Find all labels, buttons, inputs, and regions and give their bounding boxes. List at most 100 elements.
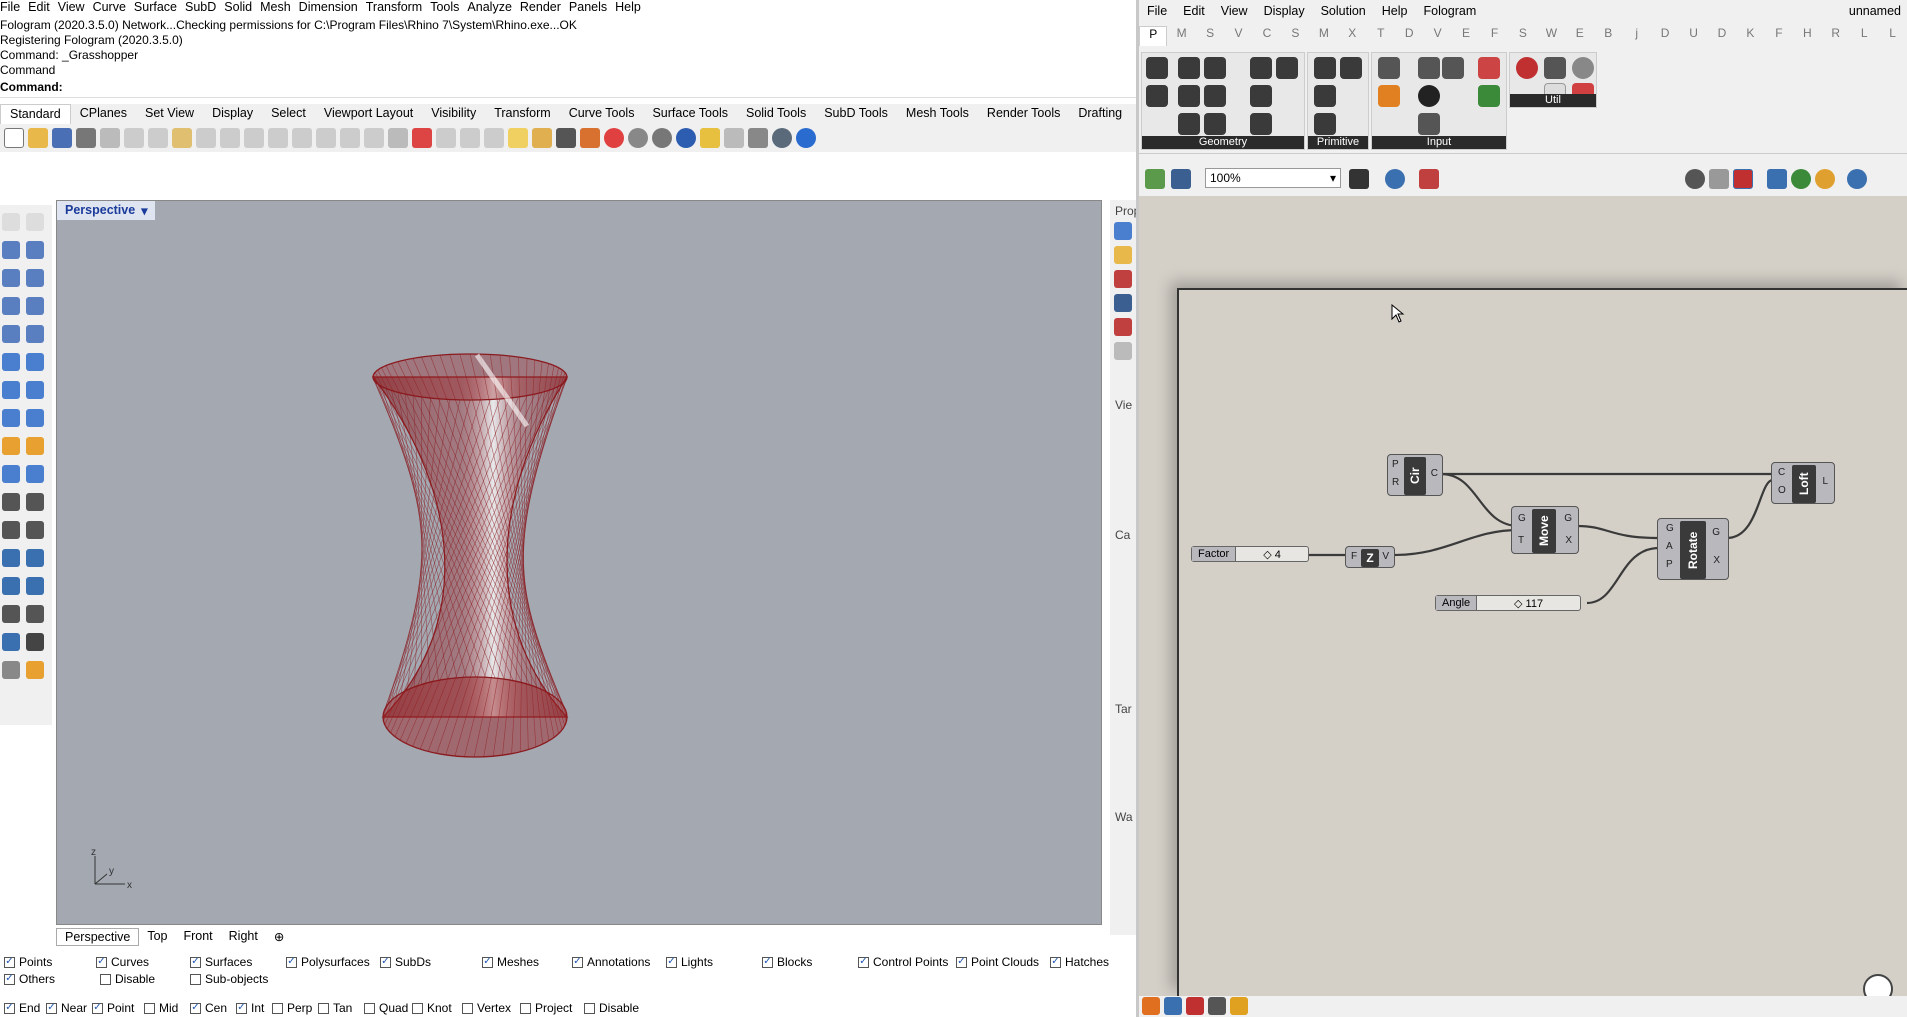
grid-icon[interactable] — [388, 128, 408, 148]
checkbox[interactable]: ✓ — [190, 956, 201, 968]
extrude-icon[interactable] — [26, 353, 44, 371]
menu-subd[interactable]: SubD — [185, 0, 224, 16]
fillet-curve-icon[interactable] — [26, 325, 44, 343]
checkbox[interactable]: ✓ — [190, 1002, 201, 1014]
save-icon[interactable] — [52, 128, 72, 148]
select-arrow-icon[interactable] — [2, 213, 20, 231]
box-icon[interactable] — [2, 381, 20, 399]
sketch-icon[interactable] — [1419, 169, 1439, 189]
osnap-end[interactable]: ✓ End — [4, 1001, 40, 1015]
osnap-int[interactable]: ✓ Int — [236, 1001, 264, 1015]
help-icon[interactable] — [796, 128, 816, 148]
output-G[interactable]: G — [1564, 513, 1572, 524]
shaded-icon[interactable] — [628, 128, 648, 148]
preview-off-icon[interactable] — [1685, 169, 1705, 189]
gh-slider-icon[interactable] — [1418, 113, 1440, 135]
gh-status-icon[interactable] — [1230, 997, 1248, 1015]
tab-render-tools[interactable]: Render Tools — [978, 104, 1069, 124]
filter-subds[interactable]: ✓ SubDs — [380, 955, 431, 969]
osnap-tan[interactable]: Tan — [318, 1001, 352, 1015]
checkbox[interactable]: ✓ — [666, 956, 677, 968]
menu-view[interactable]: View — [58, 0, 93, 16]
gh-menu-fologram[interactable]: Fologram — [1423, 4, 1492, 20]
gh-group-param-icon[interactable] — [1250, 113, 1272, 135]
zoom-icon[interactable] — [268, 128, 288, 148]
gh-tab-24[interactable]: R — [1822, 26, 1850, 46]
analyze-icon[interactable] — [2, 633, 20, 651]
ribbon-label-util[interactable]: Util — [1510, 94, 1596, 107]
check-icon[interactable] — [26, 633, 44, 651]
menu-dimension[interactable]: Dimension — [299, 0, 366, 16]
gh-tab-9[interactable]: D — [1395, 26, 1423, 46]
menu-edit[interactable]: Edit — [28, 0, 58, 16]
osnap-cen[interactable]: ✓ Cen — [190, 1001, 227, 1015]
input-O[interactable]: O — [1778, 485, 1786, 496]
group-icon[interactable] — [2, 493, 20, 511]
tab-drafting[interactable]: Drafting — [1069, 104, 1131, 124]
slider-value[interactable]: ◇ 4 — [1236, 548, 1308, 561]
gh-surface-param-icon[interactable] — [1250, 85, 1272, 107]
osnap-disable[interactable]: Disable — [584, 1001, 639, 1015]
osnap-knot[interactable]: Knot — [412, 1001, 452, 1015]
gh-circle-param-icon[interactable] — [1178, 57, 1200, 79]
filter-points[interactable]: ✓ Points — [4, 955, 52, 969]
menu-tools[interactable]: Tools — [430, 0, 467, 16]
gh-save-icon[interactable] — [1171, 169, 1191, 189]
checkbox[interactable]: ✓ — [858, 956, 869, 968]
light-icon[interactable] — [532, 128, 552, 148]
checkbox[interactable] — [144, 1002, 155, 1014]
pan-icon[interactable] — [220, 128, 240, 148]
color-icon[interactable] — [604, 128, 624, 148]
tab-solid-tools[interactable]: Solid Tools — [737, 104, 815, 124]
circle-icon[interactable] — [2, 269, 20, 287]
gh-tab-12[interactable]: F — [1480, 26, 1508, 46]
gh-rotate-component[interactable]: G A P Rotate G X — [1657, 518, 1729, 580]
gh-tab-15[interactable]: E — [1566, 26, 1594, 46]
lock-icon[interactable] — [556, 128, 576, 148]
gh-integer-param-icon[interactable] — [1314, 85, 1336, 107]
rectangle-icon[interactable] — [26, 297, 44, 315]
gh-canvas[interactable]: P R Cir C G T Move G X F Z V G A P Rotat… — [1139, 196, 1907, 1004]
menu-surface[interactable]: Surface — [134, 0, 185, 16]
filter-lights[interactable]: ✓ Lights — [666, 955, 713, 969]
point-icon[interactable] — [26, 213, 44, 231]
checkbox[interactable]: ✓ — [236, 1002, 247, 1014]
gh-circle-component[interactable]: P R Cir C — [1387, 454, 1443, 496]
gh-vector-param-icon[interactable] — [1178, 113, 1200, 135]
zoom-dropdown[interactable]: 100% ▾ — [1205, 168, 1341, 188]
filter-point-clouds[interactable]: ✓ Point Clouds — [956, 955, 1039, 969]
filter-disable[interactable]: Disable — [100, 972, 155, 986]
render-icon[interactable] — [676, 128, 696, 148]
dimension-tool-icon[interactable] — [26, 549, 44, 567]
gh-tab-25[interactable]: L — [1850, 26, 1878, 46]
gh-tab-13[interactable]: S — [1509, 26, 1537, 46]
filter-blocks[interactable]: ✓ Blocks — [762, 955, 812, 969]
gh-tab-3[interactable]: V — [1224, 26, 1252, 46]
gh-tab-11[interactable]: E — [1452, 26, 1480, 46]
menu-transform[interactable]: Transform — [366, 0, 431, 16]
checkbox[interactable] — [364, 1002, 375, 1014]
checkbox[interactable]: ✓ — [4, 956, 15, 968]
osnap-mid[interactable]: Mid — [144, 1001, 178, 1015]
tab-cplanes[interactable]: CPlanes — [71, 104, 136, 124]
gh-status-icon[interactable] — [1142, 997, 1160, 1015]
output-C[interactable]: C — [1431, 468, 1438, 479]
checkbox[interactable]: ✓ — [762, 956, 773, 968]
slider-value[interactable]: ◇ 117 — [1477, 597, 1580, 610]
gh-cherry-icon[interactable] — [1516, 57, 1538, 79]
input-G[interactable]: G — [1518, 513, 1526, 524]
menu-file[interactable]: File — [0, 0, 28, 16]
menu-mesh[interactable]: Mesh — [260, 0, 299, 16]
tab-mesh-tools[interactable]: Mesh Tools — [897, 104, 978, 124]
gh-tab-17[interactable]: j — [1622, 26, 1650, 46]
filter-control-points[interactable]: ✓ Control Points — [858, 955, 948, 969]
layers-icon[interactable] — [580, 128, 600, 148]
gh-menu-view[interactable]: View — [1221, 4, 1264, 20]
filter-annotations[interactable]: ✓ Annotations — [572, 955, 650, 969]
gh-menu-edit[interactable]: Edit — [1183, 4, 1221, 20]
trim-icon[interactable] — [2, 521, 20, 539]
filter-sub-objects[interactable]: Sub-objects — [190, 972, 268, 986]
import-icon[interactable] — [100, 128, 120, 148]
input-R[interactable]: R — [1392, 477, 1399, 488]
ribbon-label-geometry[interactable]: Geometry — [1142, 136, 1304, 149]
